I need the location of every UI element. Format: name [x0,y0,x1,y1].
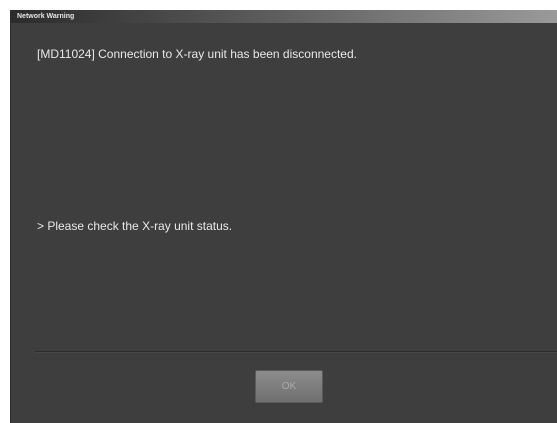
warning-dialog: Network Warning [MD11024] Connection to … [10,10,557,423]
ok-button[interactable]: OK [255,370,323,403]
dialog-title: Network Warning [17,13,75,20]
error-message: [MD11024] Connection to X-ray unit has b… [37,47,357,61]
dialog-titlebar: Network Warning [11,10,557,23]
button-divider [35,351,557,353]
instruction-message: > Please check the X-ray unit status. [37,219,233,233]
